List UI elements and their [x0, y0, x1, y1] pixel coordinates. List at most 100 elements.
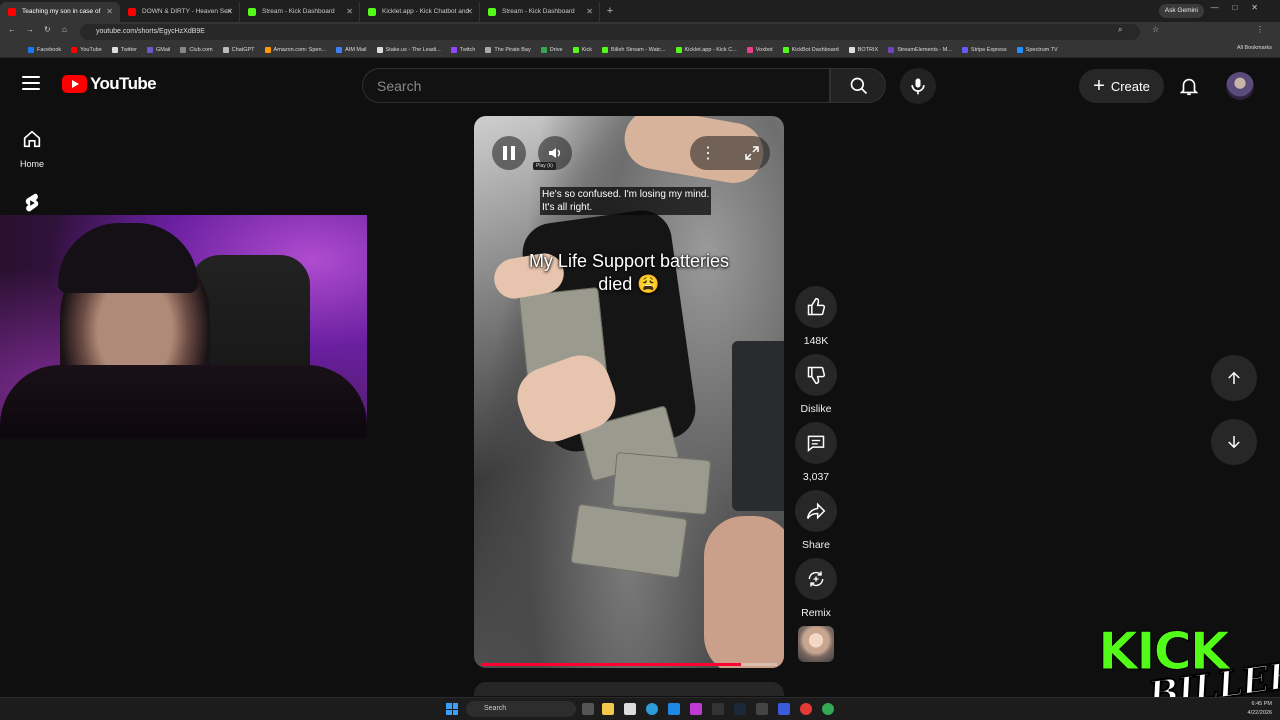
notepad-icon[interactable] — [624, 703, 636, 715]
edge-browser-icon[interactable] — [646, 703, 658, 715]
windows-start-icon[interactable] — [446, 703, 458, 715]
video-overlay-text: My Life Support batteries died 😩 — [528, 251, 730, 294]
ask-gemini-button[interactable]: Ask Gemini — [1158, 4, 1204, 18]
bookmark-item[interactable]: Twitch — [450, 46, 475, 53]
new-tab-button[interactable]: + — [600, 5, 620, 17]
bookmark-item[interactable]: Facebook — [28, 46, 61, 53]
youtube-logo[interactable]: YouTube — [62, 74, 157, 94]
bookmark-item[interactable]: KickBot Dashboard — [782, 46, 839, 53]
clock-date: 4/22/2026 — [1247, 710, 1272, 716]
all-bookmarks-button[interactable]: All Bookmarks — [1237, 45, 1272, 51]
shorts-video-player[interactable]: Play (k) ⋮ He's so confused. I'm losing … — [474, 116, 784, 668]
previous-short-button[interactable] — [1211, 355, 1257, 401]
bookmark-item[interactable]: Billeh Stream - Watc... — [601, 46, 666, 53]
menu-dots-icon[interactable]: ⋮ — [1256, 25, 1264, 34]
store-icon[interactable] — [668, 703, 680, 715]
terminal-icon[interactable] — [712, 703, 724, 715]
bookmark-item[interactable]: BOTRIX — [848, 46, 878, 53]
tab-title: Teaching my son in case of — [22, 8, 101, 15]
address-bar[interactable]: youtube.com/shorts/EgycHzXdB9E — [80, 24, 1140, 40]
dislike-label: Dislike — [800, 403, 832, 415]
video-caption: He's so confused. I'm losing my mind. It… — [540, 187, 712, 215]
dislike-button[interactable]: Dislike — [794, 354, 838, 415]
task-view-icon[interactable] — [582, 703, 594, 715]
close-tab-icon[interactable]: ✕ — [106, 2, 113, 22]
player-top-right-controls: ⋮ — [690, 136, 770, 170]
file-explorer-icon[interactable] — [602, 703, 614, 715]
reload-icon[interactable]: ↻ — [44, 25, 51, 34]
youtube-header: YouTube + Create — [0, 58, 1280, 114]
bookmark-item[interactable]: AIM Mail — [336, 46, 367, 53]
more-options-icon[interactable]: ⋮ — [700, 143, 716, 163]
thumbs-down-icon — [807, 366, 826, 385]
next-short-button[interactable] — [1211, 419, 1257, 465]
remix-icon — [808, 571, 824, 587]
browser-tab[interactable]: Stream - Kick Dashboard ✕ — [480, 2, 600, 22]
like-button[interactable]: 148K — [794, 286, 838, 347]
pause-button[interactable] — [492, 136, 526, 170]
bookmark-item[interactable]: Kick — [572, 46, 592, 53]
bookmark-item[interactable]: GMail — [146, 46, 170, 53]
sound-thumbnail[interactable] — [798, 626, 834, 662]
shorts-icon — [25, 193, 39, 212]
play-tooltip: Play (k) — [533, 162, 556, 170]
home-icon[interactable]: ⌂ — [62, 25, 67, 34]
system-clock[interactable]: 6:45 PM 4/22/2026 — [1248, 700, 1272, 718]
comments-button[interactable]: 3,037 — [794, 422, 838, 483]
avatar[interactable] — [1226, 72, 1254, 100]
taskbar-search[interactable]: Search — [466, 701, 576, 717]
arrow-up-icon — [1228, 371, 1240, 384]
close-tab-icon[interactable]: ✕ — [346, 2, 353, 22]
sidebar-item-home[interactable]: Home — [0, 128, 64, 169]
share-button[interactable]: Share — [794, 490, 838, 551]
search-button[interactable] — [830, 68, 886, 103]
stream-app-icon[interactable] — [690, 703, 702, 715]
bookmark-item[interactable]: Twitter — [111, 46, 137, 53]
app-icon[interactable] — [778, 703, 790, 715]
comment-icon — [807, 435, 825, 453]
bookmark-item[interactable]: Stripe Express — [961, 46, 1007, 53]
browser-tab[interactable]: DOWN & DIRTY - Heaven Seri ✕ — [120, 2, 240, 22]
bookmark-item[interactable]: Kicklet.app - Kick C... — [675, 46, 737, 53]
zoom-icon[interactable]: ⌕ — [1118, 25, 1122, 35]
bookmark-item[interactable]: YouTube — [71, 46, 102, 53]
create-button[interactable]: + Create — [1079, 69, 1164, 103]
close-tab-icon[interactable]: ✕ — [466, 2, 473, 22]
video-progress-bar[interactable] — [481, 663, 777, 666]
browser-tab[interactable]: Stream - Kick Dashboard ✕ — [240, 2, 360, 22]
bookmark-item[interactable]: Stake.us - The Leadi... — [376, 46, 441, 53]
bookmark-item[interactable]: Spectrum TV — [1016, 46, 1058, 53]
window-controls[interactable]: —□✕ — [1210, 3, 1272, 12]
bookmark-star-icon[interactable]: ☆ — [1152, 25, 1159, 34]
bookmark-item[interactable]: Amazon.com: Spen... — [264, 46, 326, 53]
close-tab-icon[interactable]: ✕ — [226, 2, 233, 22]
browser-tab[interactable]: Teaching my son in case of ✕ — [0, 2, 120, 22]
voice-search-button[interactable] — [900, 68, 936, 104]
menu-icon[interactable] — [22, 76, 40, 90]
notifications-bell-icon[interactable] — [1178, 75, 1200, 97]
like-count: 148K — [803, 335, 829, 347]
forward-icon[interactable]: → — [26, 25, 34, 34]
bookmark-item[interactable]: Voxbot — [746, 46, 773, 53]
app-icon[interactable] — [756, 703, 768, 715]
bookmark-item[interactable]: The Pirate Bay — [485, 46, 531, 53]
video-adult-leg — [704, 516, 784, 668]
fullscreen-icon[interactable] — [744, 145, 760, 161]
remix-button[interactable]: Remix — [794, 558, 838, 619]
steam-icon[interactable] — [734, 703, 746, 715]
bookmark-item[interactable]: Club.com — [180, 46, 213, 53]
browser-tab[interactable]: Kicklet.app - Kick Chatbot and ✕ — [360, 2, 480, 22]
search-input[interactable] — [362, 68, 830, 103]
share-icon — [806, 502, 826, 520]
sidebar-item-label: Home — [19, 159, 44, 169]
remix-label: Remix — [801, 607, 831, 619]
close-tab-icon[interactable]: ✕ — [586, 2, 593, 22]
next-short-preview[interactable] — [474, 682, 784, 696]
search-bar — [362, 68, 886, 103]
bookmark-item[interactable]: StreamElements - M... — [888, 46, 952, 53]
bookmark-item[interactable]: ChatGPT — [222, 46, 255, 53]
obs-icon[interactable] — [800, 703, 812, 715]
bookmark-item[interactable]: Drive — [540, 46, 563, 53]
chrome-icon[interactable] — [822, 703, 834, 715]
back-icon[interactable]: ← — [8, 25, 16, 34]
